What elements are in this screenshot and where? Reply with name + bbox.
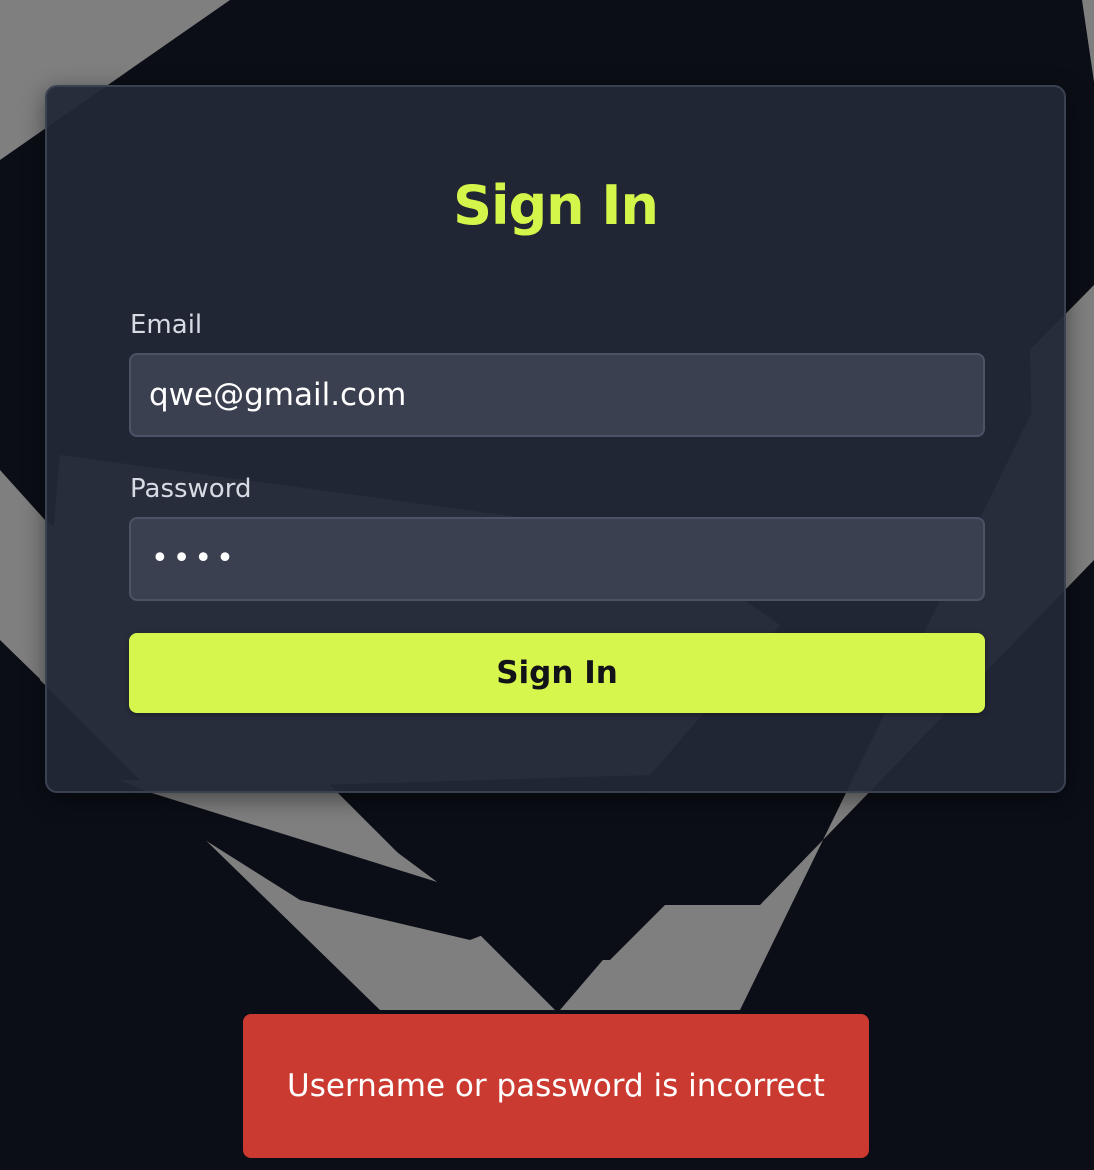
password-field[interactable]: •••• xyxy=(129,517,985,601)
email-field[interactable] xyxy=(129,353,985,437)
password-label: Password xyxy=(130,474,252,504)
error-message: Username or password is incorrect xyxy=(287,1068,825,1104)
sign-in-button[interactable]: Sign In xyxy=(129,633,985,713)
page-title: Sign In xyxy=(453,174,659,237)
email-label: Email xyxy=(130,310,203,340)
error-toast: Username or password is incorrect xyxy=(243,1014,869,1158)
login-page: Sign In Email Password •••• Sign In User… xyxy=(0,0,1094,1170)
sign-in-card: Sign In Email Password •••• Sign In xyxy=(45,85,1066,793)
password-masked-value: •••• xyxy=(151,541,238,576)
